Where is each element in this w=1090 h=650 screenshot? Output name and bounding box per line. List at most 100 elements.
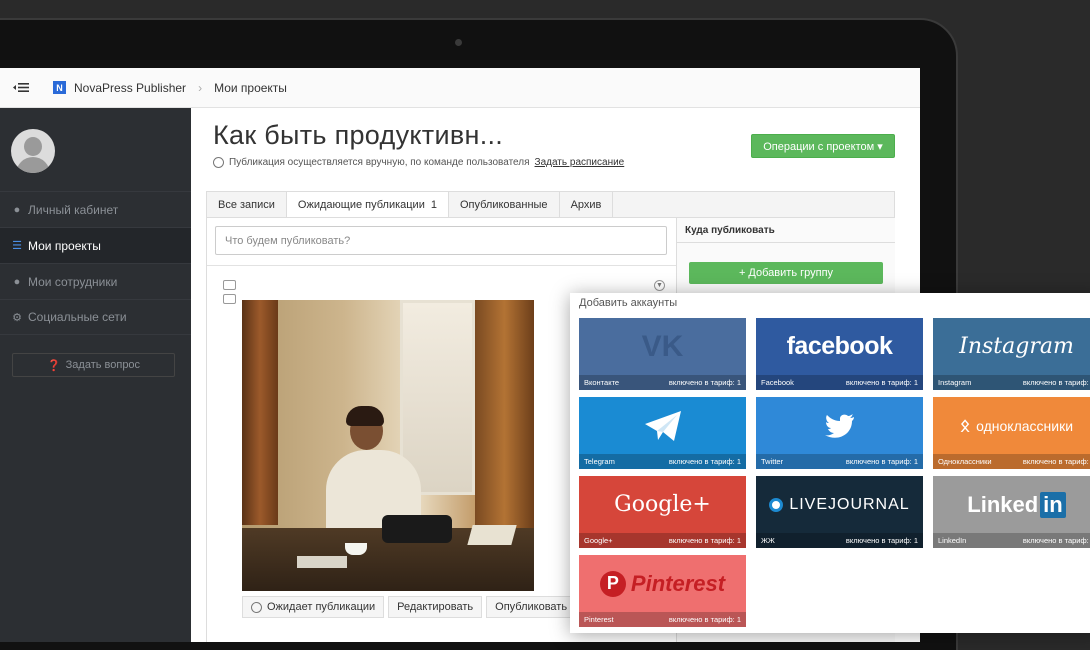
ok-icon: ᛟ bbox=[959, 415, 971, 435]
tile-name: Google+ bbox=[584, 536, 613, 545]
tile-name: Вконтакте bbox=[584, 378, 620, 387]
popup-title: Добавить аккаунты bbox=[579, 297, 678, 309]
breadcrumb-current[interactable]: Мои проекты bbox=[214, 81, 287, 95]
googleplus-logo-icon: Google+ bbox=[614, 492, 711, 517]
ask-question-label: Задать вопрос bbox=[65, 359, 141, 371]
sidebar-item-cabinet[interactable]: ● Личный кабинет bbox=[0, 191, 191, 227]
instagram-logo-icon: Instagram bbox=[959, 334, 1074, 359]
vk-logo-icon: VK bbox=[641, 329, 684, 363]
tile-vkontakte[interactable]: VK Вконтакте включено в тариф: 1 bbox=[579, 318, 746, 390]
sidebar-item-label: Мои проекты bbox=[28, 238, 101, 253]
camera-icon[interactable] bbox=[223, 280, 236, 290]
question-icon: ❓ bbox=[46, 359, 61, 372]
set-schedule-link[interactable]: Задать расписание bbox=[535, 157, 625, 168]
sidebar-item-social[interactable]: ⚙ Социальные сети bbox=[0, 299, 191, 335]
tile-footer: Вконтакте включено в тариф: 1 bbox=[579, 375, 746, 390]
compose-input[interactable]: Что будем публиковать? bbox=[215, 226, 667, 255]
tile-meta: включено в тариф: 1 bbox=[845, 457, 918, 466]
odnoklassniki-logo: ᛟ одноклассники bbox=[933, 397, 1090, 454]
tile-meta: включено в тариф: 1 bbox=[845, 378, 918, 387]
tile-footer: Instagram включено в тариф: 1 bbox=[933, 375, 1090, 390]
tab-all[interactable]: Все записи bbox=[207, 192, 287, 217]
tile-pinterest[interactable]: P Pinterest Pinterest включено в тариф: 1 bbox=[579, 555, 746, 627]
photo-book bbox=[297, 556, 347, 568]
tile-googleplus[interactable]: Google+ Google+ включено в тариф: 1 bbox=[579, 476, 746, 548]
sidebar-item-projects[interactable]: ☰ Мои проекты bbox=[0, 227, 191, 263]
tile-instagram[interactable]: Instagram Instagram включено в тариф: 1 bbox=[933, 318, 1090, 390]
tile-footer: Facebook включено в тариф: 1 bbox=[756, 375, 923, 390]
tile-livejournal[interactable]: LIVEJOURNAL ЖЖ включено в тариф: 1 bbox=[756, 476, 923, 548]
tab-label: Все записи bbox=[218, 198, 275, 211]
post-tabs: Все записи Ожидающие публикации 1 Опублик… bbox=[206, 191, 895, 217]
tile-footer: LinkedIn включено в тариф: 1 bbox=[933, 533, 1090, 548]
tile-footer: Одноклассники включено в тариф: 1 bbox=[933, 454, 1090, 469]
tile-name: Twitter bbox=[761, 457, 784, 466]
tile-facebook[interactable]: facebook Facebook включено в тариф: 1 bbox=[756, 318, 923, 390]
tab-pending[interactable]: Ожидающие публикации 1 bbox=[286, 192, 449, 217]
sidebar-item-label: Мои сотрудники bbox=[28, 274, 118, 289]
project-operations-button[interactable]: Операции с проектом ▾ bbox=[751, 134, 895, 158]
image-icon[interactable] bbox=[223, 294, 236, 304]
tile-footer: Google+ включено в тариф: 1 bbox=[579, 533, 746, 548]
menu-toggle-button[interactable] bbox=[0, 68, 42, 108]
telegram-logo-icon bbox=[579, 397, 746, 454]
sidebar-item-employees[interactable]: ● Мои сотрудники bbox=[0, 263, 191, 299]
tile-name: Facebook bbox=[761, 378, 794, 387]
tab-label: Архив bbox=[570, 198, 602, 211]
sidebar-nav: ● Личный кабинет ☰ Мои проекты ● Мои сотруд… bbox=[0, 191, 191, 335]
tile-meta: включено в тариф: 1 bbox=[845, 536, 918, 545]
photo-man-hair bbox=[346, 406, 384, 426]
tab-label: Опубликованные bbox=[459, 198, 548, 211]
pending-status-button[interactable]: Ожидает публикации bbox=[242, 596, 385, 618]
list-icon: ☰ bbox=[12, 240, 22, 252]
pinterest-wordmark: Pinterest bbox=[630, 570, 726, 596]
twitter-bird-icon bbox=[756, 397, 923, 454]
tile-odnoklassniki[interactable]: ᛟ одноклассники Одноклассники включено в т… bbox=[933, 397, 1090, 469]
tile-name: Pinterest bbox=[584, 615, 614, 624]
schedule-line: Публикация осуществляется вручную, по ко… bbox=[213, 157, 624, 168]
app-title[interactable]: NovaPress Publisher bbox=[74, 81, 186, 95]
pinterest-logo: P Pinterest bbox=[579, 555, 746, 612]
avatar-head bbox=[24, 137, 42, 156]
livejournal-icon bbox=[769, 497, 784, 512]
photo-typewriter bbox=[382, 515, 452, 543]
camera-dot bbox=[455, 39, 462, 46]
tab-archive[interactable]: Архив bbox=[560, 192, 614, 217]
post-image bbox=[242, 300, 534, 591]
photo-paper bbox=[467, 525, 517, 545]
avatar[interactable] bbox=[11, 129, 55, 173]
facebook-logo-icon: facebook bbox=[786, 332, 893, 360]
clock-icon bbox=[251, 601, 262, 613]
pending-status-label: Ожидает публикации bbox=[267, 601, 376, 613]
tile-name: Одноклассники bbox=[938, 457, 992, 466]
tile-meta: включено в тариф: 1 bbox=[668, 457, 741, 466]
photo-cup bbox=[345, 543, 367, 555]
chevron-down-icon[interactable]: ▼ bbox=[654, 280, 665, 291]
add-accounts-popup: Добавить аккаунты VK Вконтакте включено в… bbox=[570, 293, 1090, 633]
add-group-button[interactable]: + Добавить группу bbox=[689, 262, 883, 284]
tile-name: Instagram bbox=[938, 378, 972, 387]
tile-meta: включено в тариф: 1 bbox=[668, 378, 741, 387]
tile-telegram[interactable]: Telegram включено в тариф: 1 bbox=[579, 397, 746, 469]
tile-name: ЖЖ bbox=[761, 536, 775, 545]
tile-name: LinkedIn bbox=[938, 536, 967, 545]
tab-published[interactable]: Опубликованные bbox=[449, 192, 560, 217]
app-logo: N bbox=[53, 81, 66, 94]
share-icon: ⚙ bbox=[12, 311, 22, 324]
tile-linkedin[interactable]: Linked in LinkedIn включено в тариф: 1 bbox=[933, 476, 1090, 548]
breadcrumb-separator: › bbox=[198, 80, 203, 95]
tile-meta: включено в тариф: 1 bbox=[668, 536, 741, 545]
tile-twitter[interactable]: Twitter включено в тариф: 1 bbox=[756, 397, 923, 469]
publish-button[interactable]: Опубликовать bbox=[486, 596, 577, 618]
sidebar-item-label: Социальные сети bbox=[28, 310, 127, 324]
tile-meta: включено в тариф: 1 bbox=[1022, 536, 1090, 545]
edit-button[interactable]: Редактировать bbox=[388, 596, 483, 618]
page-title: Как быть продуктивн... bbox=[213, 120, 504, 150]
livejournal-wordmark: LIVEJOURNAL bbox=[789, 495, 910, 513]
tile-footer: Twitter включено в тариф: 1 bbox=[756, 454, 923, 469]
livejournal-logo: LIVEJOURNAL bbox=[756, 476, 923, 533]
publish-target-title: Куда публиковать bbox=[677, 218, 895, 243]
pinterest-p-icon: P bbox=[599, 570, 626, 597]
ask-question-button[interactable]: ❓ Задать вопрос bbox=[12, 353, 175, 377]
linkedin-wordmark: Linked bbox=[967, 491, 1039, 517]
